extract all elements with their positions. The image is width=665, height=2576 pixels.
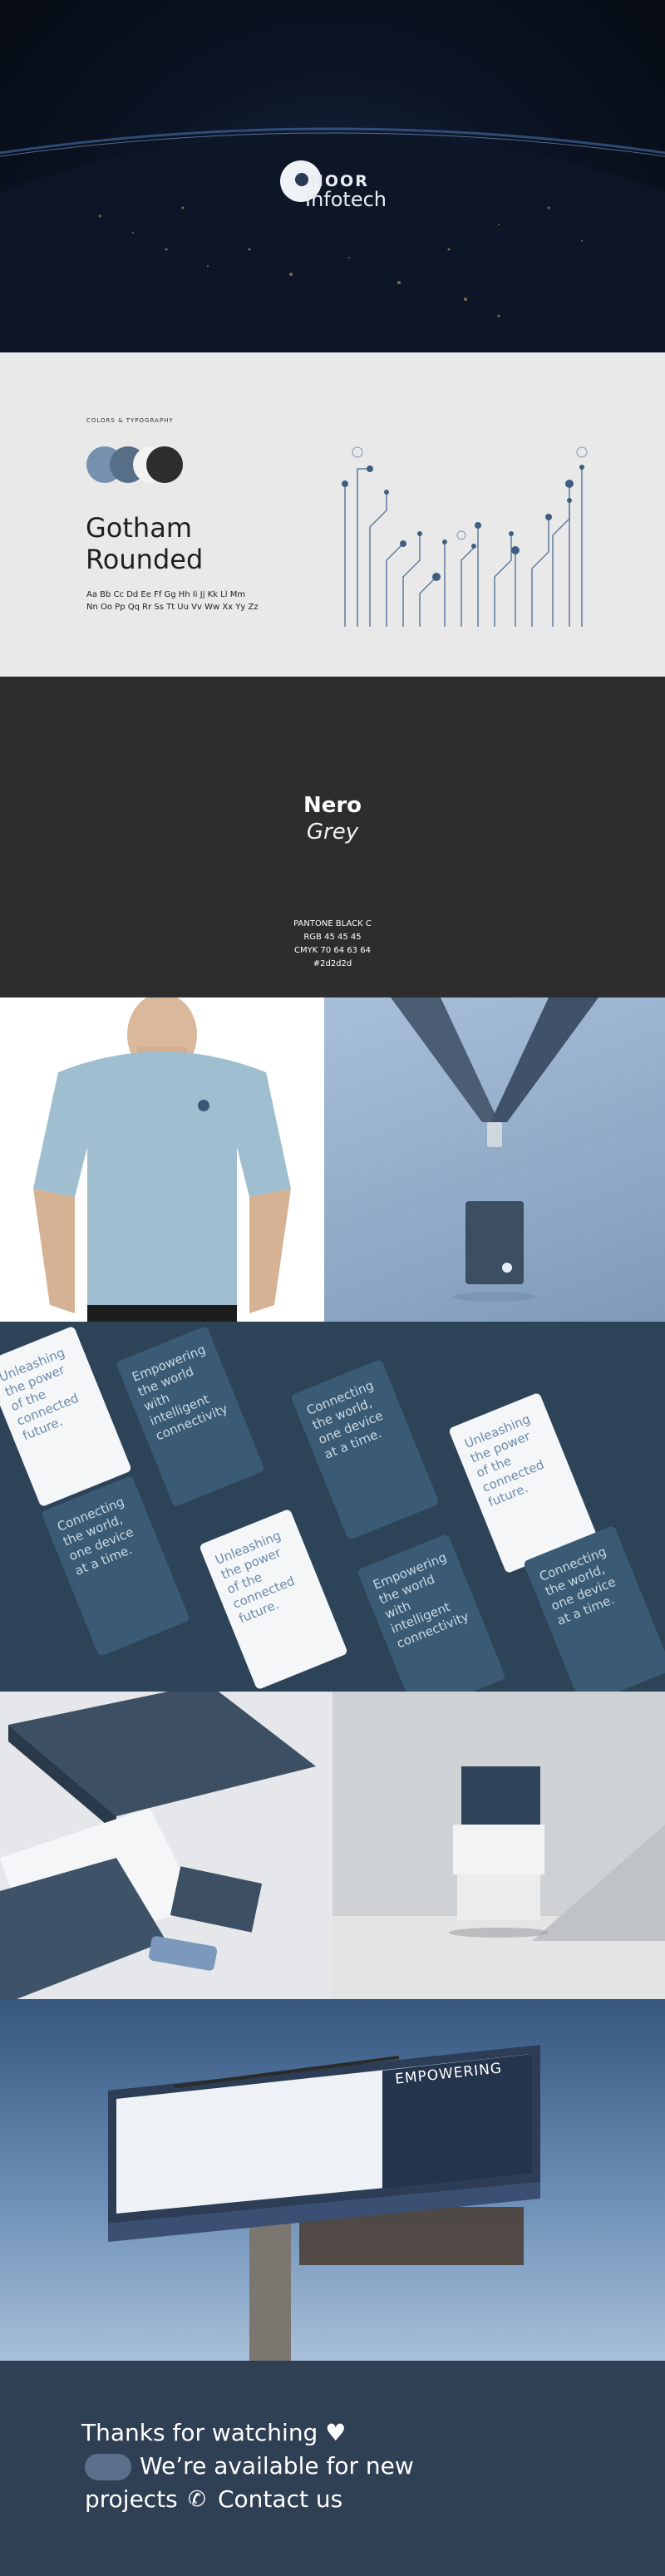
color-spec-section: Nero Grey PANTONE BLACK C RGB 45 45 45 C…: [0, 677, 665, 997]
merchandise-section: [0, 997, 665, 1322]
availability-text: We’re available for new: [140, 2452, 414, 2480]
color-name-line2: Grey: [306, 820, 359, 845]
colors-typography-section: COLORS & TYPOGRAPHY Gotham Rounded Aa Bb…: [0, 352, 665, 677]
alphabet-line2: Nn Oo Pp Qq Rr Ss Tt Uu Vv Ww Xx Yy Zz: [86, 603, 259, 612]
brand-logo: NOOR Infotech: [280, 160, 388, 219]
hero-section: NOOR Infotech: [0, 0, 665, 352]
stationery-section: [0, 1692, 665, 1999]
packaging-mockup: [332, 1692, 665, 1999]
section-caption: COLORS & TYPOGRAPHY: [86, 417, 174, 424]
behance-icon: [85, 2454, 131, 2480]
typeface-name: Gotham Rounded: [86, 512, 203, 575]
projects-text: projects: [85, 2485, 178, 2513]
card-unleashing: Unleashing the power of the connected fu…: [0, 1325, 132, 1508]
pantone-value: PANTONE BLACK C: [293, 919, 372, 928]
business-cards-section: Unleashing the power of the connected fu…: [0, 1322, 665, 1692]
alphabet-line1: Aa Bb Cc Dd Ee Ff Gg Hh Ii Jj Kk Ll Mm: [86, 590, 246, 599]
thanks-label: Thanks for watching: [81, 2419, 318, 2446]
billboard-mockup: [108, 2045, 540, 2361]
alphabet-sample: Aa Bb Cc Dd Ee Ff Gg Hh Ii Jj Kk Ll Mm N…: [86, 589, 303, 613]
circuit-graphic: [342, 446, 588, 627]
card-empowering: Empowering the world with intelligent co…: [116, 1325, 265, 1508]
phone-icon: ✆: [188, 2487, 206, 2512]
card-connecting-2: Connecting the world, one device at a ti…: [41, 1475, 190, 1657]
card-empowering-2: Empowering the world with intelligent co…: [357, 1533, 506, 1692]
thanks-text: Thanks for watching ♥: [81, 2419, 346, 2446]
contact-link[interactable]: Contact us: [218, 2485, 342, 2513]
card-unleashing-3: Unleashing the power of the connected fu…: [199, 1508, 348, 1691]
stationery-mockup: [0, 1692, 332, 1999]
swatch-nero-grey: [146, 446, 183, 483]
footer-section: Thanks for watching ♥ We’re available fo…: [0, 2361, 665, 2576]
card-connecting: Connecting the world, one device at a ti…: [290, 1358, 440, 1541]
brand-name-bottom: Infotech: [305, 188, 387, 211]
hex-value: #2d2d2d: [313, 959, 352, 968]
heart-icon: ♥: [325, 2419, 347, 2446]
typeface-name-line2: Rounded: [86, 544, 204, 575]
lanyard-mockup: [324, 997, 665, 1322]
tshirt-mockup: [0, 997, 324, 1322]
rgb-value: RGB 45 45 45: [303, 933, 362, 942]
billboard-section: EMPOWERING: [0, 1999, 665, 2361]
cmyk-value: CMYK 70 64 63 64: [294, 946, 371, 955]
typeface-name-line1: Gotham: [86, 512, 192, 544]
color-name-line1: Nero: [303, 793, 362, 818]
